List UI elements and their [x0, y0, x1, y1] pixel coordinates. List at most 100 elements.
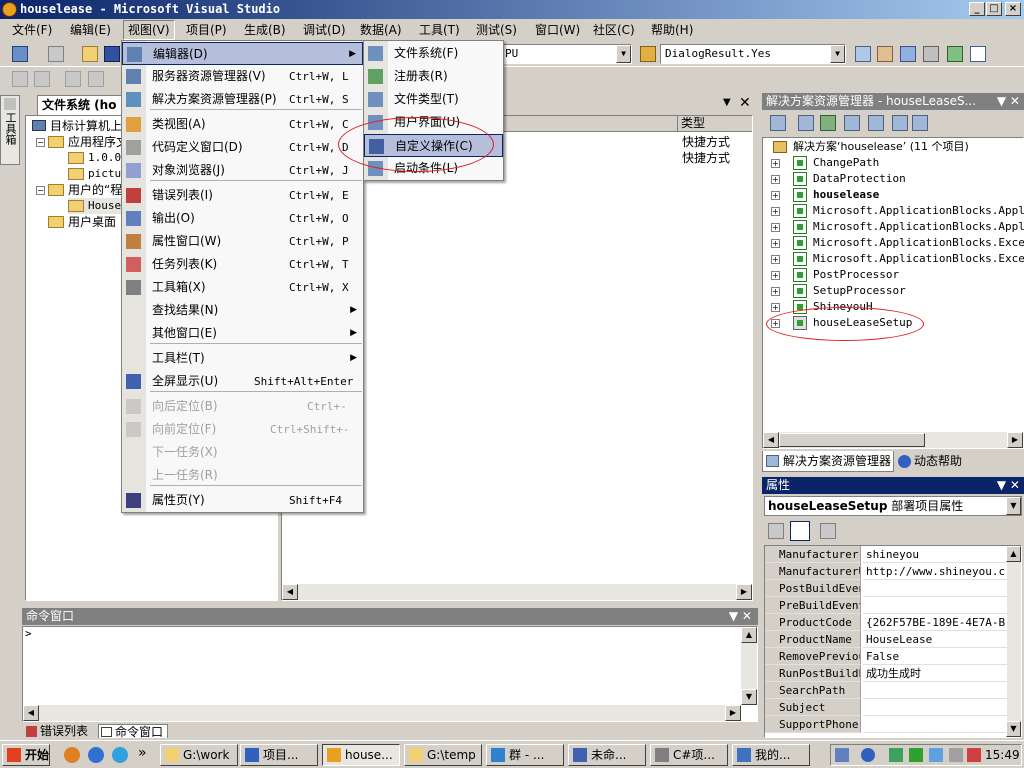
vertical-scrollbar[interactable]: ▲ ▼	[1006, 546, 1021, 737]
chevron-down-icon[interactable]: ▼	[830, 45, 845, 63]
horizontal-scrollbar[interactable]: ◀ ▶	[282, 584, 752, 600]
network-icon[interactable]	[889, 748, 903, 762]
menu-project[interactable]: 项目(P)	[182, 19, 231, 41]
tree-node-desktop[interactable]: 用户桌面	[48, 214, 116, 230]
taskbar-button[interactable]: G:\temp	[404, 744, 482, 766]
property-name[interactable]: RunPostBuildEver	[765, 665, 861, 682]
column-header-type[interactable]: 类型	[678, 116, 752, 132]
property-value[interactable]	[863, 597, 1007, 614]
save-icon[interactable]	[104, 46, 120, 62]
antivirus-icon[interactable]	[967, 748, 981, 762]
qq-icon[interactable]	[929, 748, 943, 762]
tab-error-list[interactable]: 错误列表	[24, 724, 96, 738]
solution-project[interactable]: houselease	[793, 187, 879, 203]
volume-icon[interactable]	[949, 748, 963, 762]
minimize-button[interactable]: _	[969, 2, 985, 16]
tree-node-target[interactable]: 目标计算机上	[32, 118, 122, 134]
close-icon[interactable]: ✕	[739, 95, 751, 111]
toolbox-strip[interactable]: 工具箱	[0, 95, 20, 165]
start-button[interactable]: 开始	[2, 744, 50, 766]
object-selector[interactable]: houseLeaseSetup 部署项目属性 ▼	[764, 496, 1022, 516]
panel-controls-icon[interactable]: ▼ ✕	[729, 608, 752, 625]
firefox-icon[interactable]	[64, 747, 80, 763]
taskbar-button[interactable]: C#项...	[650, 744, 728, 766]
scroll-right-icon[interactable]: ▶	[725, 705, 741, 721]
menu-debug[interactable]: 调试(D)	[299, 19, 350, 41]
upload-icon[interactable]	[909, 748, 923, 762]
menu-test[interactable]: 测试(S)	[472, 19, 521, 41]
submenu-item[interactable]: 文件系统(F)	[364, 42, 503, 65]
toolbox-icon[interactable]	[923, 46, 939, 62]
view-menu-item[interactable]: 任务列表(K) Ctrl+W, T	[122, 253, 363, 276]
solution-project[interactable]: ChangePath	[793, 155, 879, 171]
property-value[interactable]: HouseLease	[863, 631, 1007, 648]
toolbar-icon[interactable]	[34, 71, 50, 87]
tab-dynamic-help[interactable]: 动态帮助	[896, 451, 986, 472]
scroll-right-icon[interactable]: ▶	[736, 584, 752, 600]
taskbar-button[interactable]: house...	[322, 744, 400, 766]
property-value[interactable]	[863, 716, 1007, 733]
horizontal-scrollbar[interactable]: ◀ ▶	[763, 432, 1023, 448]
property-name[interactable]: Manufacturer	[765, 546, 861, 563]
menu-help[interactable]: 帮助(H)	[647, 19, 697, 41]
view-menu-item[interactable]: 其他窗口(E) ▶	[122, 322, 363, 345]
menu-data[interactable]: 数据(A)	[356, 19, 406, 41]
property-value[interactable]	[863, 699, 1007, 716]
panel-controls-icon[interactable]: ▼ ✕	[997, 477, 1020, 494]
solution-project[interactable]: Microsoft.ApplicationBlocks.Applica	[793, 203, 1024, 219]
property-name[interactable]: ProductName	[765, 631, 861, 648]
expand-icon[interactable]: +	[771, 223, 780, 232]
menu-tools[interactable]: 工具(T)	[415, 19, 464, 41]
solution-project[interactable]: Microsoft.ApplicationBlocks.Applica	[793, 219, 1024, 235]
menu-build[interactable]: 生成(B)	[240, 19, 290, 41]
expand-icon[interactable]: +	[771, 239, 780, 248]
view-menu-item[interactable]: 属性页(Y) Shift+F4	[122, 489, 363, 512]
expand-icon[interactable]: +	[771, 191, 780, 200]
taskbar-button[interactable]: 我的...	[732, 744, 810, 766]
expand-icon[interactable]: +	[771, 287, 780, 296]
help-icon[interactable]	[861, 748, 875, 762]
submenu-item[interactable]: 注册表(R)	[364, 65, 503, 88]
scroll-down-icon[interactable]: ▼	[1006, 721, 1021, 737]
scroll-down-icon[interactable]: ▼	[741, 689, 757, 705]
tray-icon[interactable]	[835, 748, 849, 762]
property-value[interactable]	[863, 580, 1007, 597]
menu-community[interactable]: 社区(C)	[589, 19, 639, 41]
tree-node-pictures[interactable]: pictur	[68, 166, 128, 182]
solution-node[interactable]: 解决方案‘houselease’ (11 个项目)	[771, 139, 969, 155]
add-item-icon[interactable]	[48, 46, 64, 62]
ui-editor-icon[interactable]	[868, 115, 884, 131]
property-name[interactable]: SupportPhone	[765, 716, 861, 733]
view-menu-item[interactable]: 服务器资源管理器(V) Ctrl+W, L	[122, 65, 363, 88]
new-project-icon[interactable]	[12, 46, 28, 62]
object-browser-icon[interactable]	[900, 46, 916, 62]
solution-project[interactable]: PostProcessor	[793, 267, 899, 283]
property-value[interactable]: http://www.shineyou.c	[863, 563, 1007, 580]
solution-project[interactable]: Microsoft.ApplicationBlocks.Excepti	[793, 251, 1024, 267]
view-menu-item[interactable]: 代码定义窗口(D) Ctrl+W, D	[122, 136, 363, 159]
property-value[interactable]: shineyou	[863, 546, 1007, 563]
property-name[interactable]: Subject	[765, 699, 861, 716]
chevron-down-icon[interactable]: ▼	[1006, 497, 1021, 515]
view-menu-item[interactable]: 查找结果(N) ▶	[122, 299, 363, 322]
registry-editor-icon[interactable]	[820, 115, 836, 131]
expand-icon[interactable]: +	[771, 303, 780, 312]
view-menu-item[interactable]: 工具栏(T) ▶	[122, 347, 363, 370]
scroll-right-icon[interactable]: ▶	[1007, 432, 1023, 448]
tree-node-version[interactable]: 1.0.0.	[68, 150, 128, 166]
property-value[interactable]: {262F57BE-189E-4E7A-B	[863, 614, 1007, 631]
scroll-left-icon[interactable]: ◀	[23, 705, 39, 721]
property-name[interactable]: RemovePreviousVe	[765, 648, 861, 665]
view-menu-item[interactable]: 属性窗口(W) Ctrl+W, P	[122, 230, 363, 253]
property-name[interactable]: PreBuildEvent	[765, 597, 861, 614]
toolbar-icon[interactable]	[88, 71, 104, 87]
browser-icon[interactable]	[112, 747, 128, 763]
property-name[interactable]: ManufacturerUrl	[765, 563, 861, 580]
find-in-files-icon[interactable]	[855, 46, 871, 62]
view-menu-item[interactable]: 错误列表(I) Ctrl+W, E	[122, 184, 363, 207]
tree-node-programs[interactable]: 用户的“程	[48, 182, 122, 198]
alphabetical-icon[interactable]	[790, 521, 810, 541]
scroll-left-icon[interactable]: ◀	[282, 584, 298, 600]
start-page-icon[interactable]	[947, 46, 963, 62]
solution-project[interactable]: DataProtection	[793, 171, 906, 187]
